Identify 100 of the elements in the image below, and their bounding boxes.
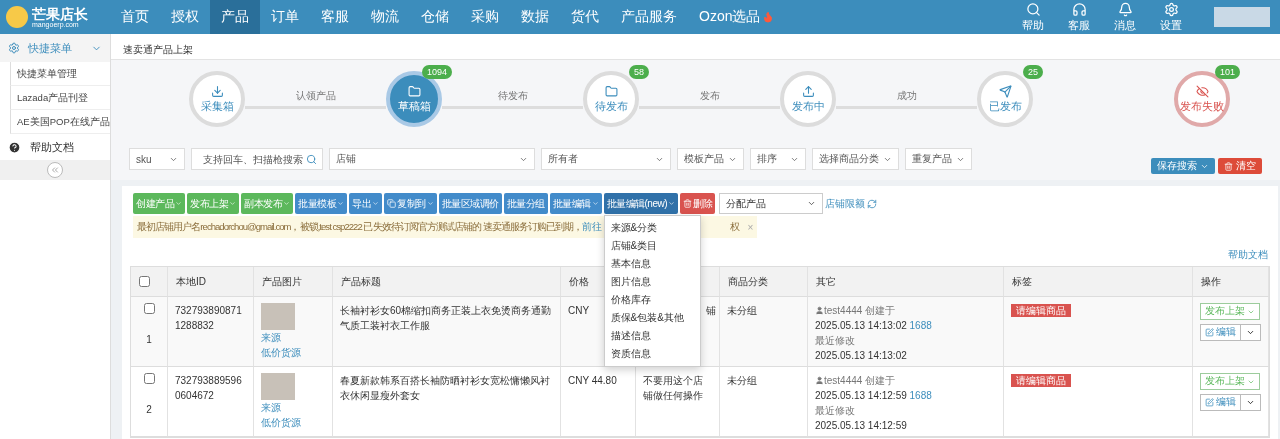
select-field[interactable]: 排序 [750,148,806,170]
select-field[interactable]: 分配产品 [719,193,823,214]
caret-icon [668,200,675,207]
sidebar-item[interactable]: 快捷菜单管理 [10,62,110,86]
download-icon [210,84,224,98]
sidebar-section[interactable]: 快捷菜单 [0,34,110,62]
more-button[interactable] [1241,324,1261,341]
toolbar-button[interactable]: 创建产品 [133,193,185,214]
table-cell: 7327938908711288832 [175,305,242,331]
row-checkbox[interactable] [143,373,155,384]
nav-item[interactable]: 物流 [360,0,410,34]
pipeline-step[interactable]: 发布中 [780,71,836,127]
sidebar-item[interactable]: 帮助文档 [0,134,110,160]
caret-icon [229,200,236,207]
nav-tool[interactable]: 消息 [1102,0,1148,34]
caret-icon [1246,398,1255,407]
status-tag: 请编辑商品 [1011,374,1071,387]
toolbar-button[interactable]: 批量分组 [503,193,548,214]
sidebar-item[interactable]: Lazada产品刊登 [10,86,110,110]
select-all-checkbox[interactable] [139,276,150,287]
nav-item[interactable]: 授权 [160,0,210,34]
menu-item[interactable]: 资质信息 [604,345,700,363]
edit-button[interactable]: 编辑 [1200,324,1241,341]
avatar-placeholder [1214,7,1270,27]
toolbar-button[interactable]: 批量模板 [295,193,347,214]
nav-item[interactable]: 数据 [510,0,560,34]
refresh-icon[interactable] [867,198,877,209]
trash-icon [683,199,692,208]
step-label: 发布 [699,89,720,103]
toolbar-button[interactable]: 复制到 [384,193,437,214]
cheap-source-link[interactable]: 低价货源 [261,345,301,360]
caret-icon [1246,328,1255,337]
nav-item[interactable]: 首页 [110,0,160,34]
row-checkbox[interactable] [143,303,155,314]
created-label: 创建于 [865,304,896,318]
select-field[interactable]: sku [129,148,185,170]
modified-label: 最近修改 [815,404,855,418]
nav-tool[interactable]: 客服 [1056,0,1102,34]
menu-item[interactable]: 描述信息 [604,327,700,345]
pipeline-step[interactable]: 采集箱 [189,71,245,127]
store-limit-link[interactable]: 店铺限额 [825,196,865,211]
column-header: 商品分类 [720,267,808,297]
menu-item[interactable]: 来源&分类 [604,219,700,237]
edit-button[interactable]: 编辑 [1200,394,1241,411]
breadcrumb: 速卖通产品上架 [111,34,1280,60]
nav-item[interactable]: 产品服务 [610,0,688,34]
publish-button[interactable]: 发布上架 [1200,373,1260,390]
chevrons-left-icon [50,165,60,175]
menu-item[interactable]: 店铺&类目 [604,237,700,255]
cheap-source-link[interactable]: 低价货源 [261,415,301,430]
save-search-button[interactable]: 保存搜索 [1151,158,1215,174]
filter-dropdown[interactable]: 重复产品 [905,148,972,170]
source-link[interactable]: 来源 [261,400,281,415]
nav-item[interactable]: 订单 [260,0,310,34]
caret-icon [591,200,599,207]
settings-icon [1163,1,1179,17]
nav-item[interactable]: 货代 [560,0,610,34]
nav-item[interactable]: 客服 [310,0,360,34]
nav-item[interactable]: Ozon选品 [688,0,786,34]
toolbar-button[interactable]: 导出 [349,193,382,214]
nav-item[interactable]: 产品 [210,0,260,34]
select-field[interactable]: 所有者 [541,148,671,170]
source-link[interactable]: 来源 [261,330,281,345]
origin-link[interactable]: 1688 [909,320,932,331]
nav-item[interactable]: 仓储 [410,0,460,34]
search-field[interactable]: 支持回车、扫描枪搜索 [191,148,323,170]
nav-item[interactable]: 采购 [460,0,510,34]
notice-link[interactable]: 前往 [582,220,603,234]
toolbar-button[interactable]: 批量编辑(new) [603,193,678,214]
column-header: 产品图片 [254,267,333,297]
select-field[interactable]: 店铺 [329,148,535,170]
origin-link[interactable]: 1688 [909,390,932,401]
filter-dropdown[interactable]: 模板产品 [677,148,744,170]
paper-plane-icon [998,84,1012,98]
nav-tool[interactable]: 帮助 [1010,0,1056,34]
nav-tool[interactable]: 设置 [1148,0,1194,34]
row-number: 1 [146,333,152,347]
created-label: 创建于 [865,374,896,388]
bell-icon [1117,1,1133,17]
collapse-button[interactable] [47,162,63,178]
close-button[interactable]: × [739,221,754,233]
toolbar-button[interactable]: 副本发布 [241,193,293,214]
row-number: 2 [146,403,152,417]
help-link[interactable]: 帮助文档 [1228,248,1268,262]
more-button[interactable] [1241,394,1261,411]
column-header: 本地ID [168,267,254,297]
menu-item[interactable]: 质保&包装&其他 [604,309,700,327]
toolbar-button[interactable]: 删除 [680,193,715,214]
column-header: 其它 [808,267,1004,297]
table-cell: CNY 44.80 [568,375,617,386]
clear-button[interactable]: 清空 [1218,158,1262,174]
filter-dropdown[interactable]: 选择商品分类 [812,148,899,170]
sidebar-item[interactable]: AE美国POP在线产品 [10,110,110,134]
publish-button[interactable]: 发布上架 [1200,303,1260,320]
user-icon [815,376,824,385]
toolbar-button[interactable]: 批量编辑 [549,193,602,214]
column-header: 操作 [1193,267,1269,297]
toolbar-button[interactable]: 批量区域调价 [438,193,502,214]
count-badge: 1094 [421,65,452,79]
toolbar-button[interactable]: 发布上架 [187,193,239,214]
